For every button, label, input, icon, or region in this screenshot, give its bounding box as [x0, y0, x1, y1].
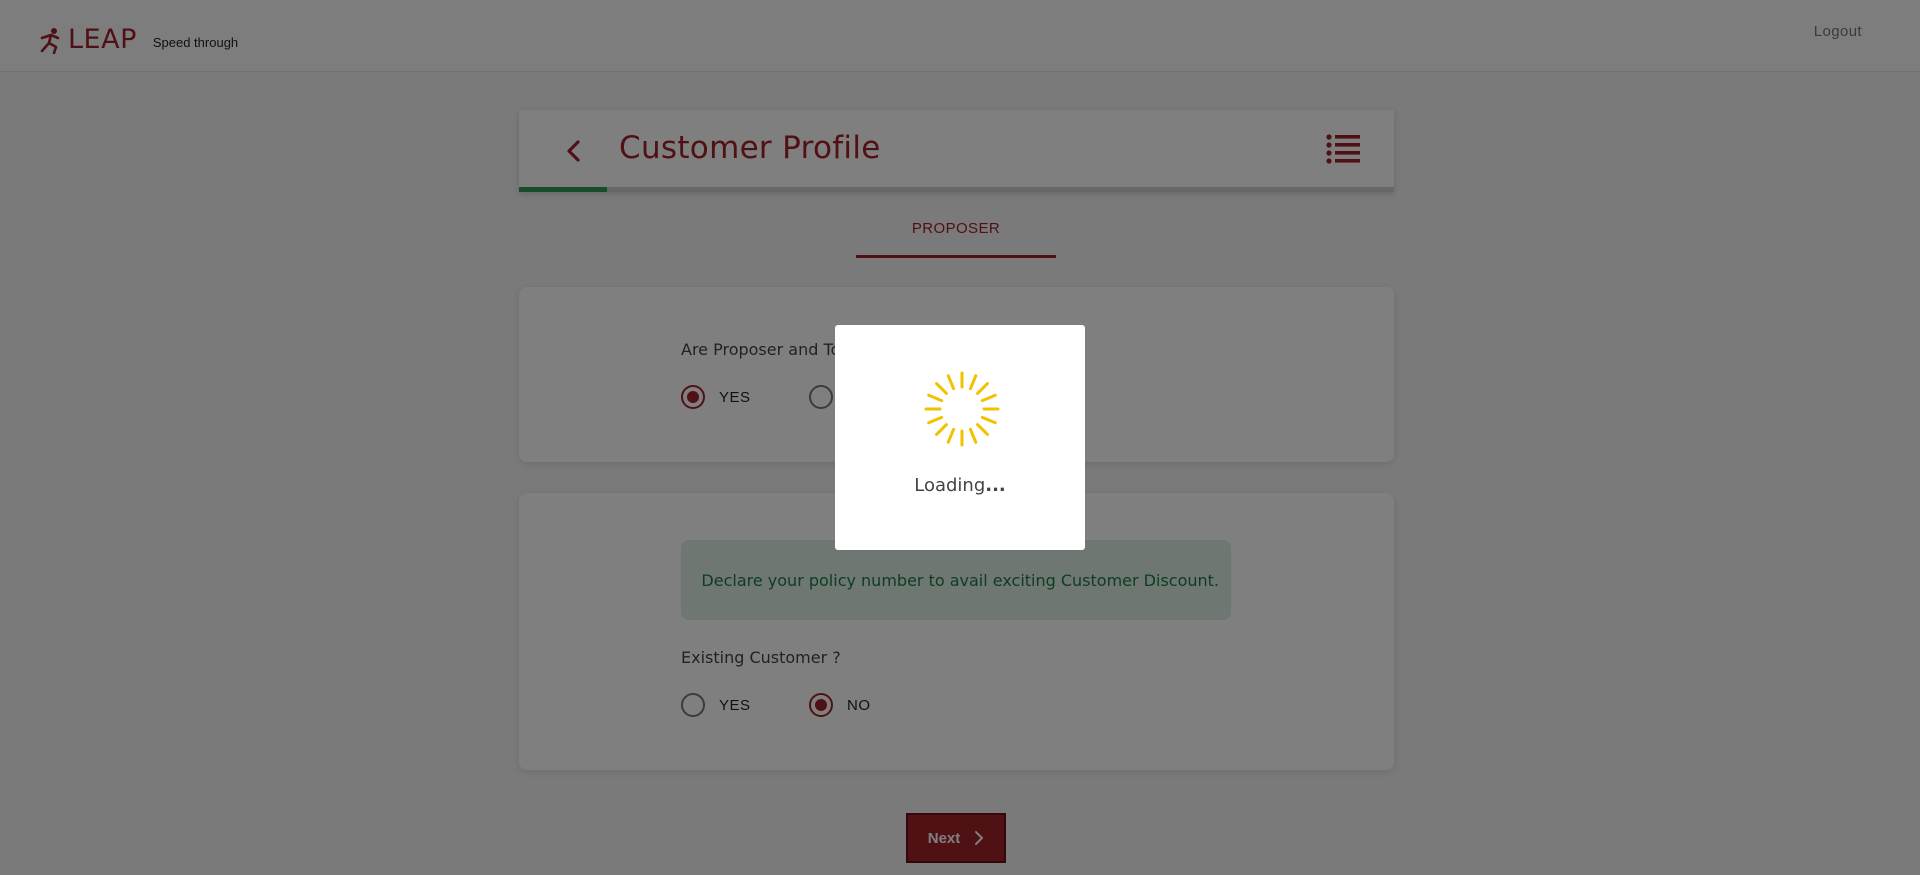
spinner-tick [968, 427, 978, 444]
spinner-tick [976, 382, 989, 395]
spinner-tick [927, 393, 944, 403]
spinner-tick [946, 374, 956, 391]
spinner-tick [968, 374, 978, 391]
loading-text: Loading... [835, 475, 1085, 496]
loading-label: Loading [914, 475, 986, 496]
spinner-tick [946, 427, 956, 444]
loading-spinner-icon [924, 371, 1000, 447]
loading-dots: ... [985, 475, 1006, 496]
spinner-tick [935, 423, 948, 436]
spinner-tick [935, 382, 948, 395]
spinner-tick [980, 415, 997, 425]
spinner-tick [980, 393, 997, 403]
loading-modal: Loading... [835, 325, 1085, 550]
spinner-tick [976, 423, 989, 436]
spinner-tick [927, 415, 944, 425]
